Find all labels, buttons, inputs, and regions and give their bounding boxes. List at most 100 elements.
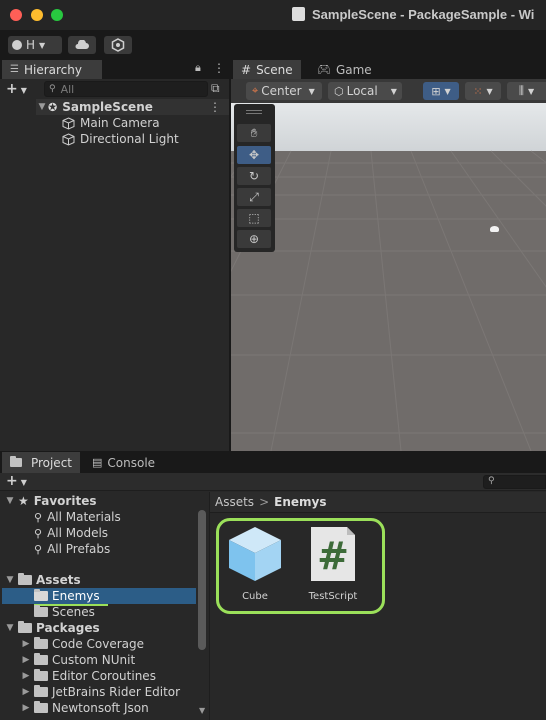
star-icon: ★: [18, 494, 29, 508]
scene-viewport[interactable]: [231, 103, 546, 451]
assets-header[interactable]: ▼ Assets: [4, 572, 81, 588]
hierarchy-search-input[interactable]: ⚲ All: [44, 81, 208, 97]
project-tree: ▼ ★ Favorites ⚲ All Materials ⚲ All Mode…: [0, 492, 210, 720]
chevron-down-icon: ▼: [390, 86, 397, 96]
pivot-icon: ⌖: [252, 84, 259, 97]
account-label: H: [26, 38, 36, 52]
grid-icon: #: [241, 62, 252, 77]
package-item-label: Custom NUnit: [52, 653, 136, 667]
assets-label: Assets: [36, 573, 81, 587]
minimize-window-button[interactable]: [31, 9, 43, 21]
transform-tool-button[interactable]: ⊕: [237, 230, 271, 248]
close-window-button[interactable]: [10, 9, 22, 21]
breadcrumb: Assets > Enemys: [210, 492, 546, 513]
cube-icon: [229, 527, 281, 581]
package-item[interactable]: ▶ Code Coverage: [20, 636, 144, 652]
pivot-dropdown[interactable]: ⌖ Center ▼: [246, 82, 322, 100]
folder-icon: [34, 653, 48, 665]
account-dropdown[interactable]: H ▼: [8, 36, 62, 54]
folder-item-scenes[interactable]: Scenes: [34, 604, 95, 620]
scene-toolbar: ⌖ Center ▼ ⬡ Local ▼ ⊞ ▼ ⁙ ▼ ⫼ ▼: [231, 79, 546, 103]
collapse-triangle-icon: ▶: [22, 655, 30, 665]
main-toolbar: H ▼: [0, 30, 546, 60]
rect-icon: ⬚: [248, 211, 260, 225]
tab-game[interactable]: 🎮︎ Game: [309, 60, 380, 79]
lock-icon[interactable]: 🔒︎: [195, 61, 201, 75]
unity-scene-icon: ✪: [48, 100, 58, 114]
tree-scrollbar[interactable]: [198, 510, 206, 650]
asset-label: Cube: [242, 591, 268, 602]
folder-open-icon: [18, 573, 32, 585]
gameobject-icon: [62, 116, 75, 130]
scene-menu-icon[interactable]: ⋮: [209, 100, 221, 114]
hierarchy-item-directional-light[interactable]: Directional Light: [62, 131, 179, 147]
increment-snap-toggle[interactable]: ⁙ ▼: [465, 82, 501, 100]
search-options-icon[interactable]: ⧉: [211, 81, 220, 96]
tab-project[interactable]: Project: [2, 452, 80, 473]
search-icon: ⚲: [488, 476, 495, 486]
tab-hierarchy[interactable]: ☰ Hierarchy: [2, 60, 102, 79]
project-search-input[interactable]: ⚲: [483, 475, 546, 489]
list-icon: ☰: [10, 64, 19, 75]
chevron-down-icon: ▼: [486, 86, 493, 96]
scale-tool-button[interactable]: ⤢: [237, 188, 271, 206]
svg-text:#: #: [317, 534, 349, 578]
add-object-button[interactable]: + ▼: [6, 81, 27, 97]
folder-item-enemys[interactable]: Enemys: [2, 588, 196, 604]
create-asset-button[interactable]: + ▼: [6, 473, 27, 489]
favorite-item[interactable]: ⚲ All Materials: [34, 509, 121, 525]
tab-console[interactable]: ▤ Console: [84, 452, 163, 473]
expand-triangle-icon: ▼: [6, 575, 14, 585]
package-item[interactable]: ▶ Custom NUnit: [20, 652, 135, 668]
package-item-label: Newtonsoft Json: [52, 701, 149, 715]
local-space-icon: ⬡: [334, 84, 344, 98]
expand-triangle-icon: ▼: [6, 623, 14, 633]
tab-console-label: Console: [107, 455, 156, 470]
directional-light-gizmo-icon[interactable]: [490, 226, 499, 232]
ruler-toggle[interactable]: ⫼ ▼: [507, 82, 546, 100]
space-dropdown[interactable]: ⬡ Local ▼: [328, 82, 402, 100]
package-item[interactable]: ▶ Newtonsoft Json: [20, 700, 149, 716]
breadcrumb-current[interactable]: Enemys: [274, 495, 326, 509]
tree-divider[interactable]: [209, 492, 210, 720]
collab-button[interactable]: [104, 36, 132, 54]
favorite-item[interactable]: ⚲ All Prefabs: [34, 541, 110, 557]
zoom-window-button[interactable]: [51, 9, 63, 21]
folder-icon: [34, 701, 48, 713]
breadcrumb-root[interactable]: Assets: [215, 495, 254, 509]
folder-icon: [34, 669, 48, 681]
hand-tool-button[interactable]: ✋︎: [237, 124, 271, 142]
hierarchy-item-main-camera[interactable]: Main Camera: [62, 115, 160, 131]
scene-row[interactable]: ▼ ✪ SampleScene ⋮: [36, 99, 229, 115]
folder-item-label: Enemys: [52, 589, 100, 603]
move-tool-button[interactable]: ✥: [237, 146, 271, 164]
grid-snap-icon: ⊞: [431, 84, 441, 98]
rotate-icon: ↻: [248, 169, 260, 183]
scene-name: SampleScene: [62, 100, 153, 114]
asset-item-cube[interactable]: Cube: [224, 525, 286, 605]
chevron-down-icon: ▼: [444, 86, 451, 96]
gamepad-icon: 🎮︎: [317, 63, 331, 76]
panel-divider[interactable]: [229, 60, 231, 452]
tab-scene[interactable]: # Scene: [233, 60, 301, 79]
search-icon: ⚲: [49, 84, 56, 94]
ruler-icon: ⫼: [518, 84, 524, 97]
scroll-down-icon[interactable]: ▼: [199, 706, 205, 715]
package-item[interactable]: ▶ Editor Coroutines: [20, 668, 156, 684]
rotate-tool-button[interactable]: ↻: [237, 167, 271, 185]
unity-doc-icon: [292, 7, 305, 21]
rect-tool-button[interactable]: ⬚: [237, 209, 271, 227]
asset-item-testscript[interactable]: # TestScript: [302, 525, 364, 605]
expand-triangle-icon: ▼: [38, 102, 46, 112]
favorites-header[interactable]: ▼ ★ Favorites: [4, 493, 97, 509]
cloud-button[interactable]: [68, 36, 96, 54]
packages-header[interactable]: ▼ Packages: [4, 620, 100, 636]
search-icon: ⚲: [34, 526, 43, 540]
scene-tabbar: # Scene 🎮︎ Game: [231, 60, 546, 79]
package-item[interactable]: ▶ JetBrains Rider Editor: [20, 684, 180, 700]
hierarchy-item-label: Main Camera: [80, 116, 160, 130]
grid-snap-toggle[interactable]: ⊞ ▼: [423, 82, 459, 100]
favorite-item[interactable]: ⚲ All Models: [34, 525, 108, 541]
collab-icon: [111, 38, 125, 52]
kebab-menu-icon[interactable]: ⋮: [213, 61, 225, 75]
